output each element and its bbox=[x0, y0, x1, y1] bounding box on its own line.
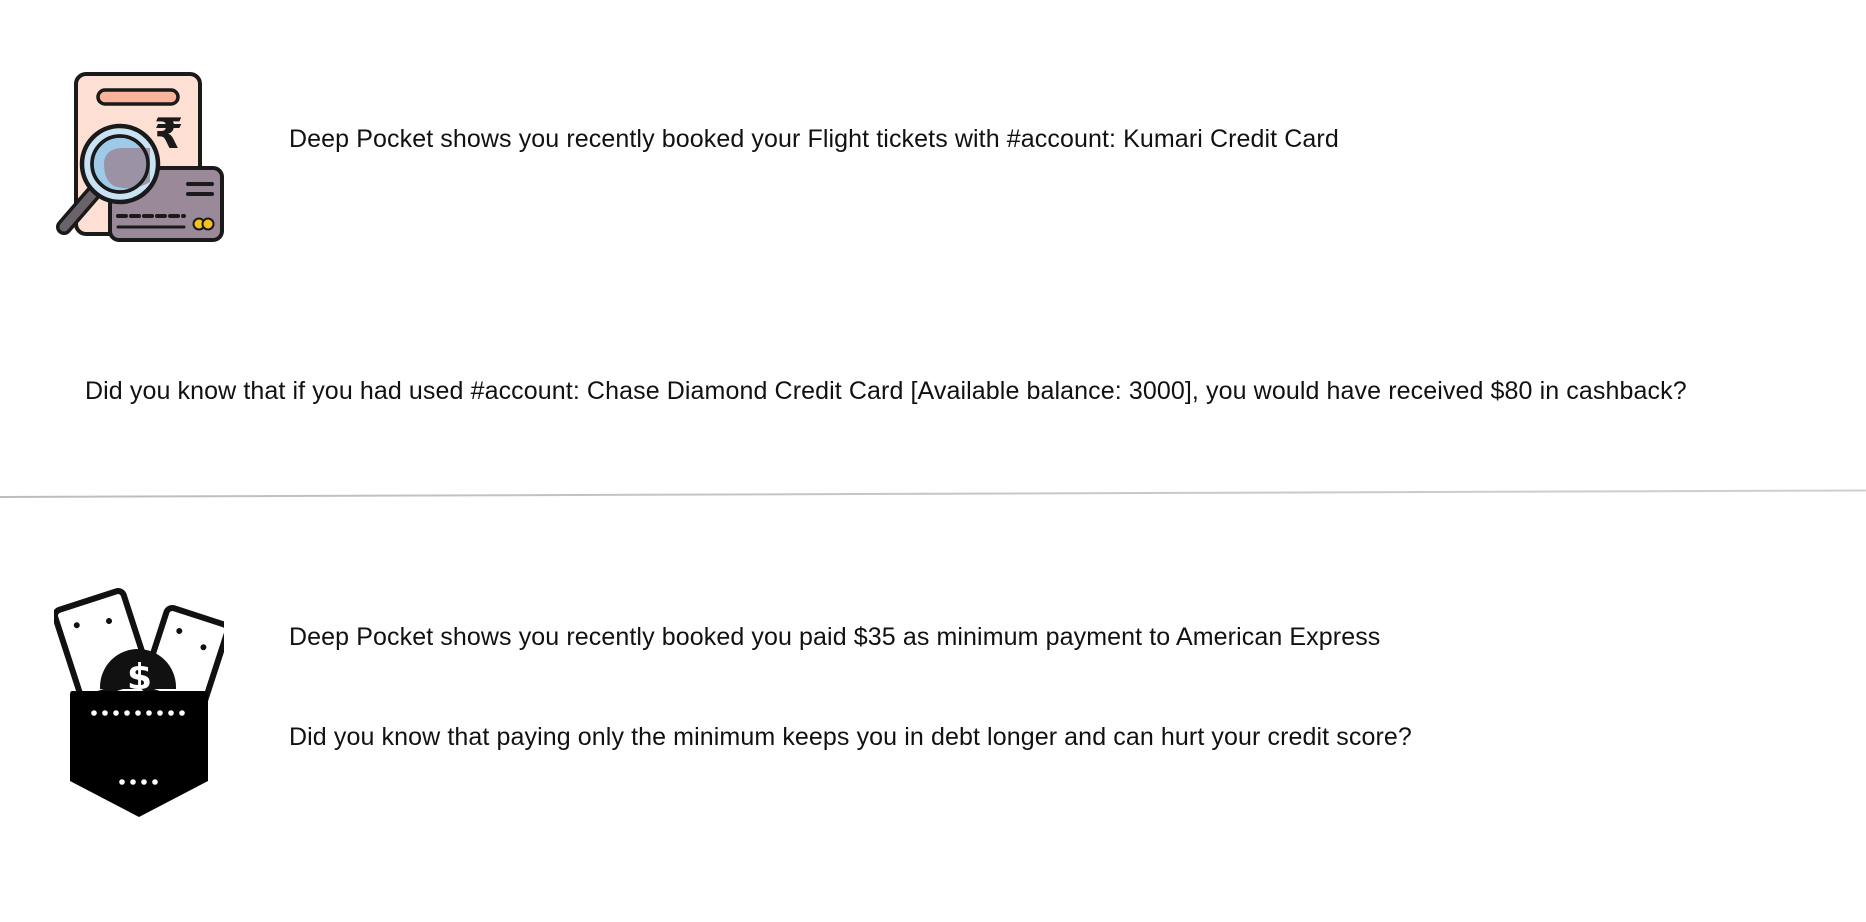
receipt-magnifier-card-icon: ₹ bbox=[54, 72, 226, 244]
card2-message: Deep Pocket shows you recently booked yo… bbox=[289, 623, 1381, 651]
currency-symbol: ₹ bbox=[154, 109, 183, 158]
card1-tip: Did you know that if you had used #accou… bbox=[85, 377, 1687, 405]
card2-tip: Did you know that paying only the minimu… bbox=[289, 723, 1412, 751]
section-divider bbox=[0, 489, 1866, 498]
pocket-with-cards-and-dollar-icon: $ bbox=[52, 585, 231, 820]
card1-message: Deep Pocket shows you recently booked yo… bbox=[289, 125, 1339, 153]
